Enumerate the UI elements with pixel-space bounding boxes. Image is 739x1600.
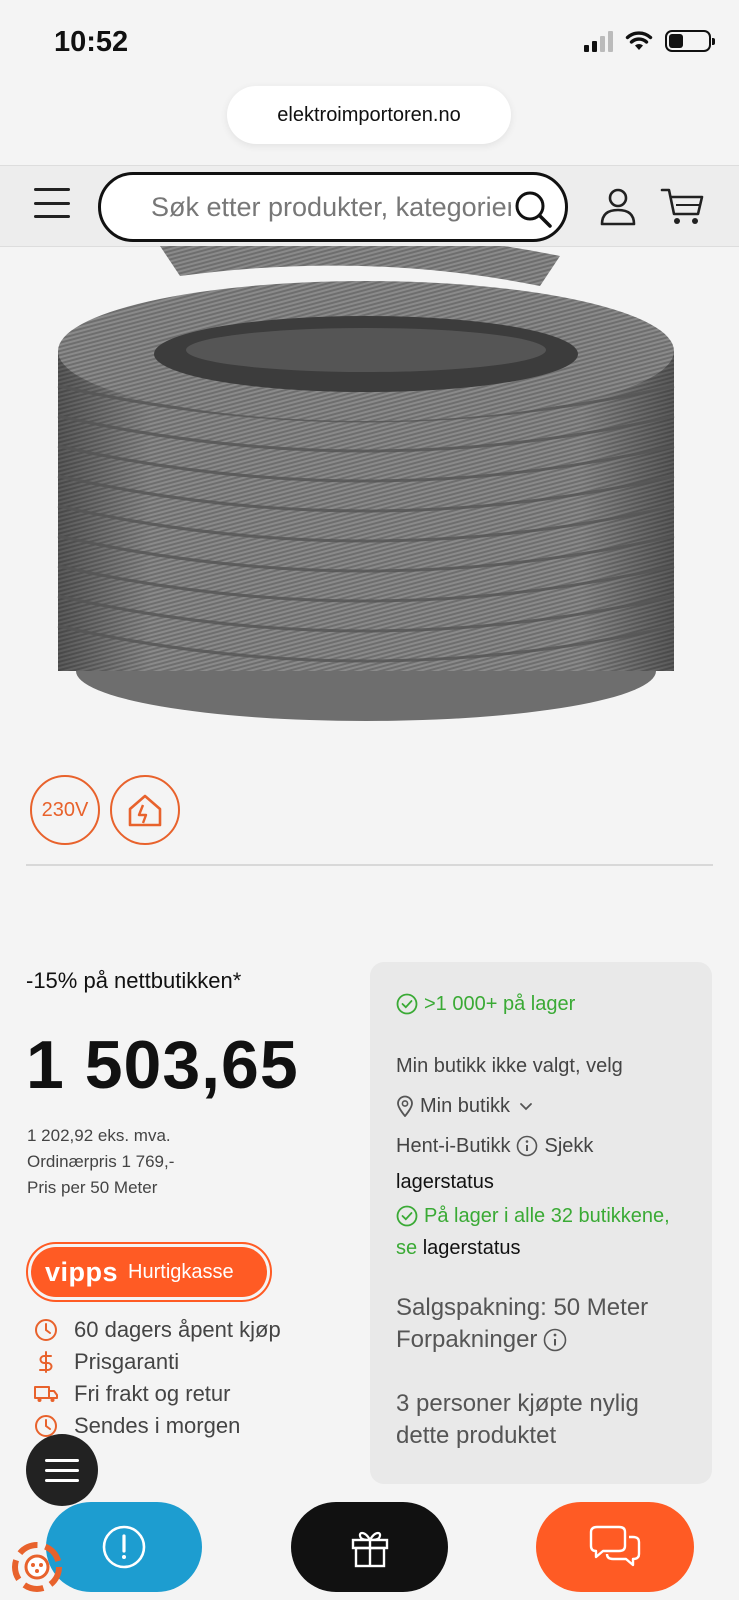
- recent-purchases: 3 personer kjøpte nylig dette produktet: [396, 1390, 639, 1449]
- price-per-unit: Pris per 50 Meter: [27, 1178, 158, 1197]
- all-stores-text: På lager i alle 32 butikkene,: [424, 1205, 670, 1227]
- search-input[interactable]: [151, 189, 511, 225]
- vipps-logo: vipps: [45, 1256, 119, 1287]
- check-circle-icon: [396, 993, 418, 1015]
- check-label[interactable]: Sjekk: [544, 1132, 593, 1160]
- usp-text: Sendes i morgen: [74, 1413, 241, 1438]
- user-icon[interactable]: [598, 186, 638, 226]
- search-icon[interactable]: [513, 189, 553, 229]
- voltage-badge: 230V: [30, 775, 100, 845]
- clock-icon: [35, 1319, 57, 1341]
- chat-icon: [589, 1525, 641, 1567]
- usp-text: Fri frakt og retur: [74, 1381, 231, 1406]
- info-icon[interactable]: [543, 1328, 567, 1352]
- pickup-line: Hent-i-Butikk Sjekk: [396, 1132, 712, 1160]
- online-stock: >1 000+ på lager: [396, 990, 712, 1018]
- brand-badge-icon[interactable]: [10, 1540, 64, 1594]
- usp-item: Fri frakt og retur: [34, 1378, 281, 1410]
- lagerstatus-link-2[interactable]: lagerstatus: [423, 1234, 521, 1262]
- wifi-icon: [625, 31, 653, 50]
- online-stock-text: >1 000+ på lager: [424, 993, 576, 1015]
- chevron-down-icon[interactable]: [518, 1098, 534, 1114]
- se-lagerstatus-line: se lagerstatus: [396, 1234, 712, 1262]
- price: 1 503,65: [26, 1027, 299, 1103]
- all-stores-line: På lager i alle 32 butikkene,: [396, 1202, 712, 1230]
- stock-box: >1 000+ på lager Min butikk ikke valgt, …: [370, 962, 712, 1484]
- floating-menu-button[interactable]: [26, 1434, 98, 1506]
- divider: [26, 864, 713, 866]
- truck-icon: [34, 1386, 58, 1402]
- info-button[interactable]: [46, 1502, 202, 1592]
- site-header: [0, 165, 739, 247]
- ordinary-price: Ordinærpris 1 769,-: [27, 1152, 175, 1171]
- cart-icon[interactable]: [660, 186, 704, 226]
- info-icon[interactable]: [516, 1135, 538, 1157]
- status-time: 10:52: [54, 26, 129, 58]
- product-image[interactable]: [0, 246, 739, 726]
- status-bar: 10:52: [0, 0, 739, 88]
- discount-text: -15% på nettbutikken*: [26, 968, 242, 993]
- location-pin-icon: [397, 1095, 413, 1117]
- search-box[interactable]: [98, 172, 568, 242]
- my-store-label[interactable]: Min butikk: [420, 1092, 510, 1120]
- vipps-checkout-button[interactable]: vipps Hurtigkasse: [26, 1242, 272, 1302]
- battery-icon: [665, 30, 715, 52]
- pickup-label: Hent-i-Butikk: [396, 1135, 511, 1157]
- dollar-icon: [39, 1351, 53, 1373]
- house-badge: [110, 775, 180, 845]
- gift-button[interactable]: [291, 1502, 448, 1592]
- my-store-select[interactable]: Min butikk: [396, 1092, 712, 1120]
- se-text: se: [396, 1237, 418, 1259]
- store-not-selected: Min butikk ikke valgt, velg: [396, 1055, 623, 1077]
- badge-row: 230V: [30, 775, 180, 845]
- check-circle-icon: [396, 1205, 418, 1227]
- usp-text: 60 dagers åpent kjøp: [74, 1317, 281, 1342]
- packages-label: Forpakninger: [396, 1326, 538, 1353]
- usp-list: 60 dagers åpent kjøp Prisgaranti Fri fra…: [34, 1314, 281, 1442]
- packages-line: Forpakninger: [396, 1324, 712, 1356]
- house-icon: [128, 794, 162, 827]
- status-icons: [584, 30, 715, 52]
- usp-item: Prisgaranti: [34, 1346, 281, 1378]
- chat-button[interactable]: [536, 1502, 694, 1592]
- lagerstatus-link[interactable]: lagerstatus: [396, 1168, 712, 1196]
- menu-icon[interactable]: [34, 188, 70, 218]
- exclamation-icon: [102, 1525, 146, 1569]
- usp-text: Prisgaranti: [74, 1349, 180, 1374]
- price-ex-vat: 1 202,92 eks. mva.: [27, 1126, 171, 1145]
- url-bar[interactable]: elektroimportoren.no: [227, 86, 511, 144]
- usp-item: 60 dagers åpent kjøp: [34, 1314, 281, 1346]
- gift-icon: [351, 1531, 388, 1568]
- signal-icon: [584, 30, 613, 52]
- vipps-label: Hurtigkasse: [128, 1260, 234, 1283]
- package-info: Salgspakning: 50 Meter: [396, 1294, 649, 1321]
